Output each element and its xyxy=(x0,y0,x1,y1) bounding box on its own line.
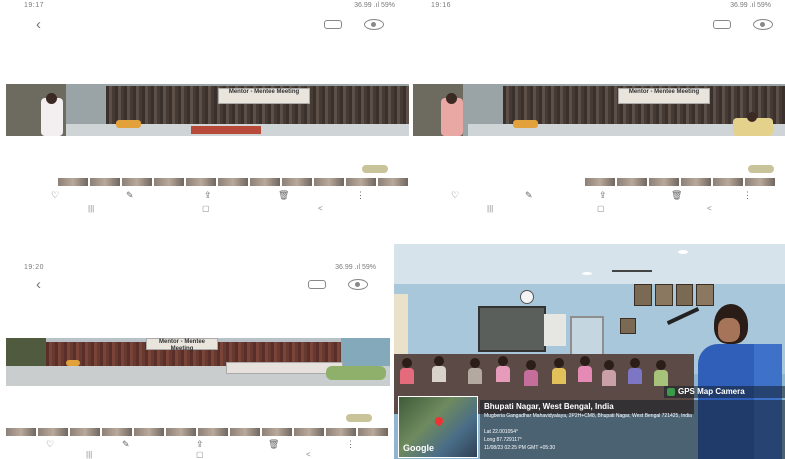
edit-icon[interactable]: ✎ xyxy=(122,439,130,450)
photo-preview[interactable]: Mentor - Mentee Meeting xyxy=(6,338,390,386)
hd-toggle-icon[interactable] xyxy=(324,20,342,29)
favorite-icon[interactable]: ♡ xyxy=(451,190,459,201)
screenshot-tile-3: 19:20 36.99 .ıl 59% ‹ Mentor - Mentee Me… xyxy=(6,262,390,459)
status-time: 19:16 xyxy=(431,2,452,9)
delete-icon[interactable]: 🗑 xyxy=(671,190,682,201)
banner-text: Mentor - Mentee Meeting xyxy=(628,89,700,95)
gps-place: Bhupati Nagar, West Bengal, India xyxy=(484,402,614,411)
edit-icon[interactable]: ✎ xyxy=(126,190,134,201)
view-icon[interactable] xyxy=(364,19,384,30)
more-icon[interactable]: ⋮ xyxy=(346,439,355,450)
status-time: 19:20 xyxy=(24,264,45,271)
gps-lat: Lat 22.001054° xyxy=(484,429,518,435)
status-time: 19:17 xyxy=(24,2,45,9)
hd-toggle-icon[interactable] xyxy=(713,20,731,29)
system-nav-bar: ||| ▢ < xyxy=(6,450,390,459)
favorite-icon[interactable]: ♡ xyxy=(46,439,54,450)
edit-pill-icon[interactable] xyxy=(748,165,774,173)
ceiling-fan-icon xyxy=(612,270,652,272)
home-icon[interactable]: ▢ xyxy=(196,450,204,459)
gps-photo-tile: Google GPS Map Camera Bhupati Nagar, Wes… xyxy=(394,244,785,459)
nav-back-icon[interactable]: < xyxy=(306,450,311,459)
share-icon[interactable]: ⇪ xyxy=(196,439,204,450)
status-indicators: 36.99 .ıl 59% xyxy=(335,264,376,271)
share-icon[interactable]: ⇪ xyxy=(599,190,607,201)
action-bar: ♡ ✎ ⇪ 🗑 ⋮ xyxy=(6,190,409,202)
map-thumbnail[interactable]: Google xyxy=(398,396,478,458)
event-banner: Mentor - Mentee Meeting xyxy=(146,338,218,352)
status-indicators: 36.99 .ıl 59% xyxy=(354,2,395,9)
favorite-icon[interactable]: ♡ xyxy=(51,190,59,201)
gps-app-label: GPS Map Camera xyxy=(678,387,745,396)
screenshot-tile-1: 19:17 36.99 .ıl 59% ‹ Mentor - Mentee Me… xyxy=(6,0,409,214)
gps-address: Mugberia Gangadhar Mahavidyalaya, 2P2H+C… xyxy=(484,413,692,419)
thumbnail-filmstrip[interactable] xyxy=(585,178,775,186)
action-bar: ♡ ✎ ⇪ 🗑 ⋮ xyxy=(413,190,785,202)
home-icon[interactable]: ▢ xyxy=(597,204,605,213)
home-icon[interactable]: ▢ xyxy=(202,204,210,213)
viewer-top-bar: ‹ xyxy=(6,14,409,36)
nav-back-icon[interactable]: < xyxy=(707,204,712,213)
event-banner: Mentor - Mentee Meeting xyxy=(618,88,710,104)
recents-icon[interactable]: ||| xyxy=(487,204,493,213)
event-banner: Mentor - Mentee Meeting xyxy=(218,88,310,104)
back-icon[interactable]: ‹ xyxy=(36,276,41,293)
screenshot-tile-2: 19:16 36.99 .ıl 59% Mentor - Mentee Meet… xyxy=(413,0,785,214)
edit-icon[interactable]: ✎ xyxy=(525,190,533,201)
more-icon[interactable]: ⋮ xyxy=(356,190,365,201)
map-brand: Google xyxy=(403,443,434,453)
share-icon[interactable]: ⇪ xyxy=(204,190,212,201)
map-pin-icon xyxy=(433,415,445,427)
portrait-frames xyxy=(634,284,714,306)
gps-app-icon xyxy=(667,388,675,396)
photo-preview[interactable]: Mentor - Mentee Meeting xyxy=(6,84,409,136)
viewer-top-bar xyxy=(413,14,785,36)
delete-icon[interactable]: 🗑 xyxy=(268,439,279,450)
delete-icon[interactable]: 🗑 xyxy=(278,190,289,201)
photo-preview[interactable]: Mentor - Mentee Meeting xyxy=(413,84,785,136)
banner-text: Mentor - Mentee Meeting xyxy=(228,89,300,95)
hd-toggle-icon[interactable] xyxy=(308,280,326,289)
gps-datetime: 11/08/23 02:25 PM GMT +05:30 xyxy=(484,445,556,451)
status-bar: 19:16 36.99 .ıl 59% xyxy=(413,0,785,14)
thumbnail-filmstrip[interactable] xyxy=(58,178,408,186)
view-icon[interactable] xyxy=(753,19,773,30)
system-nav-bar: ||| ▢ < xyxy=(413,204,785,214)
recents-icon[interactable]: ||| xyxy=(86,450,92,459)
edit-pill-icon[interactable] xyxy=(346,414,372,422)
view-icon[interactable] xyxy=(348,279,368,290)
viewer-top-bar: ‹ xyxy=(6,274,390,296)
more-icon[interactable]: ⋮ xyxy=(743,190,752,201)
system-nav-bar: ||| ▢ < xyxy=(6,204,409,214)
back-icon[interactable]: ‹ xyxy=(36,16,41,33)
gps-info-box: Bhupati Nagar, West Bengal, India Mugber… xyxy=(480,400,785,459)
edit-pill-icon[interactable] xyxy=(362,165,388,173)
gps-label-box: GPS Map Camera xyxy=(664,386,785,398)
thumbnail-filmstrip[interactable] xyxy=(6,428,388,436)
wall-clock-icon xyxy=(520,290,534,304)
status-indicators: 36.99 .ıl 59% xyxy=(730,2,771,9)
nav-back-icon[interactable]: < xyxy=(318,204,323,213)
recents-icon[interactable]: ||| xyxy=(88,204,94,213)
notice-board xyxy=(478,306,546,352)
gps-long: Long 87.729117° xyxy=(484,437,522,443)
status-bar: 19:17 36.99 .ıl 59% xyxy=(6,0,409,14)
